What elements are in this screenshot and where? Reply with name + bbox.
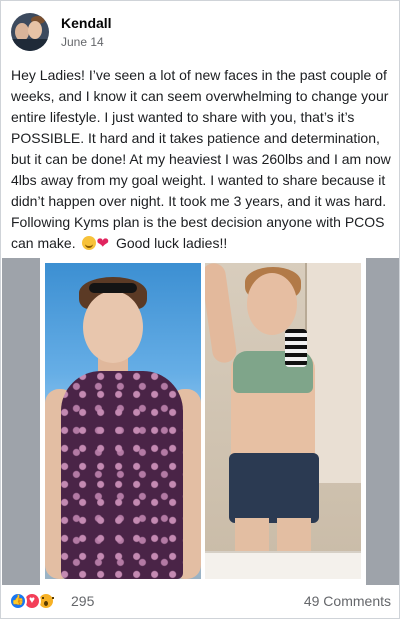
post-photo[interactable] (2, 258, 399, 585)
after-photo (205, 263, 361, 579)
post-body: Hey Ladies! I’ve seen a lot of new faces… (11, 65, 395, 254)
post-footer: 👍 ♥ 295 49 Comments (9, 589, 393, 613)
phone-icon (285, 329, 307, 367)
smiling-face-icon (82, 236, 97, 250)
post-header: Kendall June 14 (11, 13, 391, 57)
sunglasses-icon (89, 283, 137, 293)
author-name[interactable]: Kendall (61, 15, 112, 31)
reaction-count[interactable]: 295 (71, 593, 94, 609)
post-date[interactable]: June 14 (61, 35, 104, 49)
post-text-tail: Good luck ladies!! (115, 235, 228, 251)
photo-collage (40, 258, 366, 585)
post-text: Hey Ladies! I’ve seen a lot of new faces… (11, 67, 391, 251)
like-icon: 👍 (9, 592, 27, 610)
comment-count[interactable]: 49 Comments (304, 593, 391, 609)
facebook-post-card: Kendall June 14 Hey Ladies! I’ve seen a … (0, 0, 400, 619)
author-avatar[interactable] (11, 13, 49, 51)
reaction-icons[interactable]: 👍 ♥ (9, 592, 69, 610)
before-photo (45, 263, 201, 579)
red-heart-icon: ❤ (96, 235, 110, 252)
